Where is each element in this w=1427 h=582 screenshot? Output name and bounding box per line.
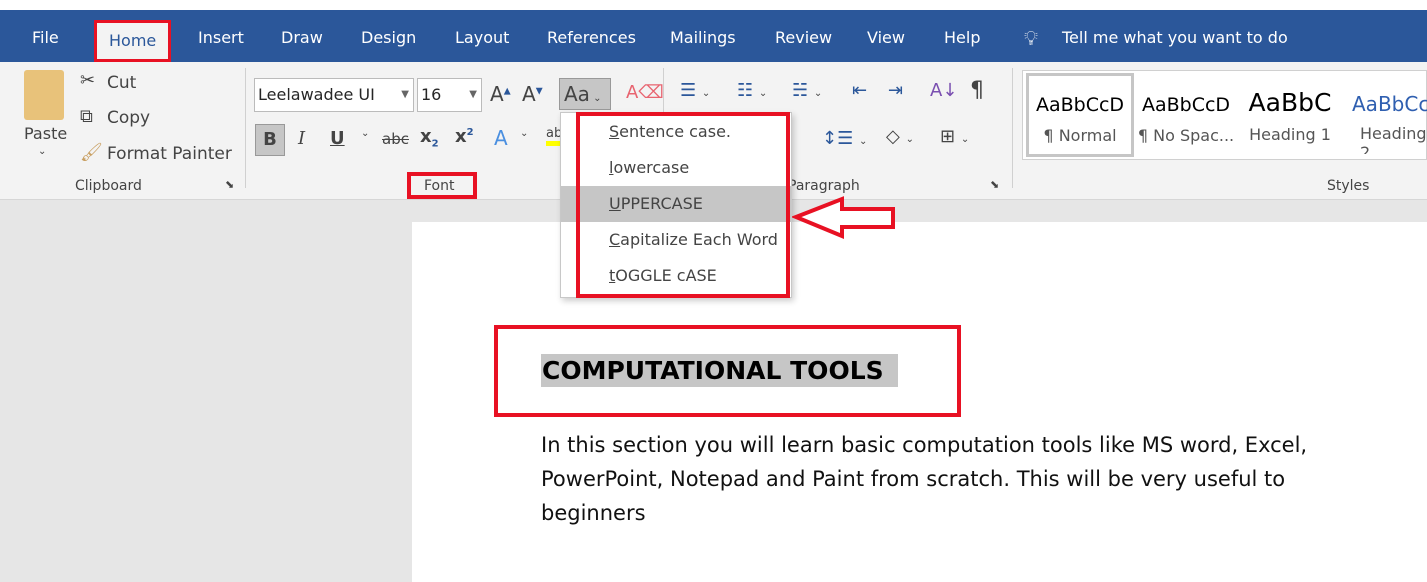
clipboard-launcher-icon[interactable]: ⬊	[225, 178, 234, 191]
format-painter-icon: 🖌︎	[80, 142, 103, 163]
sort-icon[interactable]: A↓	[930, 80, 957, 101]
style-preview: AaBbC	[1248, 88, 1332, 117]
borders-icon[interactable]: ⊞ ⌄	[940, 126, 969, 147]
styles-group-label: Styles	[1327, 178, 1370, 194]
style-name: Heading 1	[1249, 125, 1331, 144]
style-name: ¶ Normal	[1043, 126, 1117, 145]
tab-home[interactable]: Home	[94, 20, 172, 62]
style-name: Heading 2	[1360, 124, 1427, 154]
copy-icon: ⧉	[80, 106, 93, 127]
style-no-spacing[interactable]: AaBbCcD ¶ No Spac...	[1132, 74, 1240, 154]
style-heading-1[interactable]: AaBbC Heading 1	[1242, 74, 1338, 154]
scissors-icon: ✂	[80, 70, 96, 91]
tab-review[interactable]: Review	[775, 10, 832, 62]
multilevel-list-icon[interactable]: ☵ ⌄	[792, 80, 822, 101]
underline-chevron-icon[interactable]: ⌄	[361, 128, 369, 139]
tab-insert[interactable]: Insert	[198, 10, 244, 62]
style-preview: AaBbCcD	[1141, 94, 1231, 116]
style-heading-2[interactable]: AaBbCc Heading 2	[1352, 74, 1427, 154]
heading-highlight-box	[494, 325, 961, 417]
clipboard-group-label: Clipboard	[75, 178, 142, 194]
decrease-indent-icon[interactable]: ⇤	[852, 80, 867, 101]
lightbulb-icon: 💡︎	[1024, 26, 1038, 50]
style-name: ¶ No Spac...	[1137, 126, 1235, 145]
red-arrow-annotation	[792, 196, 895, 239]
font-size-value: 16	[421, 85, 442, 104]
tab-draw[interactable]: Draw	[281, 10, 323, 62]
font-name-value: Leelawadee UI	[258, 85, 375, 104]
text-effects-chevron-icon[interactable]: ⌄	[520, 128, 528, 139]
increase-indent-icon[interactable]: ⇥	[888, 80, 903, 101]
format-painter-button[interactable]: Format Painter	[107, 144, 232, 164]
tab-mailings[interactable]: Mailings	[670, 10, 736, 62]
style-normal[interactable]: AaBbCcD ¶ Normal	[1026, 73, 1134, 157]
numbering-icon[interactable]: ☷ ⌄	[737, 80, 767, 101]
font-size-combo[interactable]: 16 ▼	[417, 78, 482, 112]
menu-highlight-box	[576, 112, 790, 298]
tab-help[interactable]: Help	[944, 10, 980, 62]
subscript-button[interactable]: x2	[420, 126, 439, 150]
underline-button[interactable]: U	[330, 128, 345, 149]
superscript-button[interactable]: x2	[455, 126, 474, 147]
chevron-down-icon[interactable]: ▼	[401, 79, 409, 111]
grow-font-icon[interactable]: A▲	[490, 82, 511, 106]
tab-file[interactable]: File	[32, 10, 59, 62]
tab-layout[interactable]: Layout	[455, 10, 509, 62]
shrink-font-icon[interactable]: A▼	[522, 82, 543, 106]
document-body-text[interactable]: In this section you will learn basic com…	[541, 428, 1381, 530]
style-preview: AaBbCcD	[1035, 94, 1125, 116]
tab-view[interactable]: View	[867, 10, 905, 62]
copy-button[interactable]: Copy	[107, 108, 150, 128]
tell-me-search[interactable]: Tell me what you want to do	[1062, 10, 1288, 62]
paste-chevron-icon[interactable]: ⌄	[38, 146, 46, 157]
clear-formatting-icon[interactable]: A⌫	[626, 82, 664, 103]
chevron-down-icon[interactable]: ▼	[469, 79, 477, 111]
tab-references[interactable]: References	[547, 10, 636, 62]
cut-button[interactable]: Cut	[107, 73, 136, 93]
font-name-combo[interactable]: Leelawadee UI ▼	[254, 78, 414, 112]
bold-button[interactable]: B	[255, 124, 285, 156]
paragraph-group-label: Paragraph	[788, 178, 860, 194]
paste-button[interactable]: Paste	[24, 124, 67, 143]
shading-icon[interactable]: ◇ ⌄	[886, 126, 914, 147]
paragraph-launcher-icon[interactable]: ⬊	[990, 178, 999, 191]
style-preview: AaBbCc	[1352, 92, 1427, 116]
font-label-highlight-box	[407, 172, 477, 199]
text-effects-icon[interactable]: A	[494, 126, 508, 150]
italic-button[interactable]: I	[298, 128, 305, 149]
ribbon-tab-bar: File Home Insert Draw Design Layout Refe…	[0, 10, 1427, 62]
line-spacing-icon[interactable]: ↕☰ ⌄	[822, 128, 867, 149]
strikethrough-button[interactable]: abc	[382, 130, 409, 148]
change-case-label: Aa	[564, 82, 590, 106]
bullets-icon[interactable]: ☰ ⌄	[680, 80, 710, 101]
paste-icon[interactable]	[24, 70, 64, 120]
change-case-button[interactable]: Aa ⌄	[559, 78, 611, 110]
tab-design[interactable]: Design	[361, 10, 416, 62]
pilcrow-icon[interactable]: ¶	[970, 78, 984, 103]
